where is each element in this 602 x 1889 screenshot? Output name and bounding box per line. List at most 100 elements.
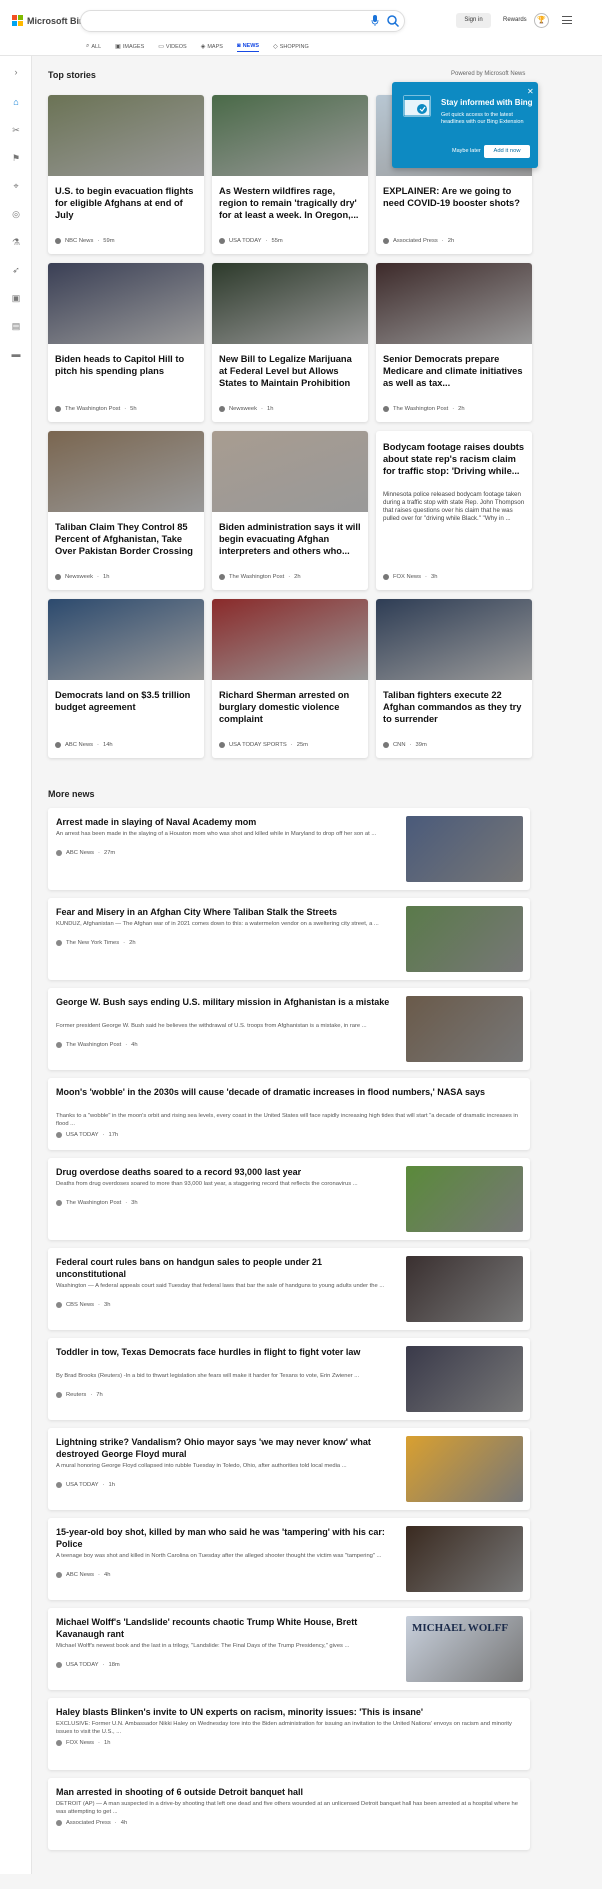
- globe-icon[interactable]: ◎: [10, 208, 22, 220]
- expand-chevron-icon[interactable]: ›: [10, 66, 22, 78]
- news-title[interactable]: Haley blasts Blinken's invite to UN expe…: [56, 1707, 521, 1719]
- news-thumbnail[interactable]: [406, 996, 523, 1062]
- news-item[interactable]: Moon's 'wobble' in the 2030s will cause …: [48, 1078, 530, 1150]
- trophy-icon[interactable]: 🏆: [534, 13, 549, 28]
- news-title[interactable]: Fear and Misery in an Afghan City Where …: [56, 907, 391, 919]
- entertainment-icon[interactable]: ▣: [10, 292, 22, 304]
- close-icon[interactable]: ✕: [527, 87, 534, 96]
- news-item[interactable]: Fear and Misery in an Afghan City Where …: [48, 898, 530, 980]
- story-card[interactable]: Taliban fighters execute 22 Afghan comma…: [376, 599, 532, 758]
- news-item[interactable]: Man arrested in shooting of 6 outside De…: [48, 1778, 530, 1850]
- science-icon[interactable]: ⚗: [10, 236, 22, 248]
- flag-icon[interactable]: ⚑: [10, 152, 22, 164]
- story-card[interactable]: Biden administration says it will begin …: [212, 431, 368, 590]
- story-image[interactable]: [212, 431, 368, 512]
- search-icon[interactable]: [386, 14, 400, 28]
- story-card[interactable]: New Bill to Legalize Marijuana at Federa…: [212, 263, 368, 422]
- story-image[interactable]: [48, 95, 204, 176]
- news-thumbnail[interactable]: [406, 1346, 523, 1412]
- story-title[interactable]: As Western wildfires rage, region to rem…: [219, 185, 362, 221]
- story-image[interactable]: [376, 599, 532, 680]
- image-icon: ▣: [115, 44, 121, 50]
- news-item[interactable]: 15-year-old boy shot, killed by man who …: [48, 1518, 530, 1600]
- tab-news[interactable]: ◙ NEWS: [236, 41, 260, 52]
- tab-all[interactable]: ⌕ ALL: [86, 41, 101, 52]
- building-icon[interactable]: ▤: [10, 320, 22, 332]
- news-item[interactable]: Drug overdose deaths soared to a record …: [48, 1158, 530, 1240]
- news-title[interactable]: Michael Wolff's 'Landslide' recounts cha…: [56, 1617, 391, 1640]
- story-card[interactable]: Taliban Claim They Control 85 Percent of…: [48, 431, 204, 590]
- news-thumbnail[interactable]: [406, 816, 523, 882]
- story-image[interactable]: [48, 431, 204, 512]
- news-item[interactable]: Lightning strike? Vandalism? Ohio mayor …: [48, 1428, 530, 1510]
- home-icon[interactable]: ⌂: [10, 96, 22, 108]
- story-image[interactable]: [212, 263, 368, 344]
- rewards-label[interactable]: Rewards: [503, 13, 527, 28]
- news-thumbnail[interactable]: [406, 1256, 523, 1322]
- sign-in-button[interactable]: Sign in: [456, 13, 491, 28]
- add-it-now-button[interactable]: Add it now: [484, 145, 530, 158]
- header: Microsoft Bing Sign in Rewards 🏆 ⌕ ALL ▣ I…: [0, 0, 602, 56]
- news-item[interactable]: Haley blasts Blinken's invite to UN expe…: [48, 1698, 530, 1770]
- news-thumbnail[interactable]: MICHAEL WOLFF: [406, 1616, 523, 1682]
- maybe-later-button[interactable]: Maybe later: [452, 148, 481, 154]
- story-card[interactable]: Democrats land on $3.5 trillion budget a…: [48, 599, 204, 758]
- news-title[interactable]: Toddler in tow, Texas Democrats face hur…: [56, 1347, 391, 1359]
- story-image[interactable]: [376, 263, 532, 344]
- news-title[interactable]: Drug overdose deaths soared to a record …: [56, 1167, 391, 1179]
- tab-images[interactable]: ▣ IMAGES: [115, 41, 144, 52]
- story-title[interactable]: Taliban fighters execute 22 Afghan comma…: [383, 689, 526, 725]
- news-title[interactable]: Arrest made in slaying of Naval Academy …: [56, 817, 391, 829]
- news-item[interactable]: Federal court rules bans on handgun sale…: [48, 1248, 530, 1330]
- story-image[interactable]: [212, 599, 368, 680]
- story-title[interactable]: Bodycam footage raises doubts about stat…: [383, 441, 526, 477]
- news-title[interactable]: Moon's 'wobble' in the 2030s will cause …: [56, 1087, 521, 1099]
- story-card[interactable]: U.S. to begin evacuation flights for eli…: [48, 95, 204, 254]
- money-icon[interactable]: ▬: [10, 348, 22, 360]
- tools-icon[interactable]: ✂: [10, 124, 22, 136]
- news-title[interactable]: Federal court rules bans on handgun sale…: [56, 1257, 391, 1280]
- story-card[interactable]: Senior Democrats prepare Medicare and cl…: [376, 263, 532, 422]
- story-image[interactable]: [212, 95, 368, 176]
- news-thumbnail[interactable]: [406, 1526, 523, 1592]
- story-title[interactable]: Democrats land on $3.5 trillion budget a…: [55, 689, 198, 713]
- story-title[interactable]: EXPLAINER: Are we going to need COVID-19…: [383, 185, 526, 209]
- news-thumbnail[interactable]: [406, 906, 523, 972]
- news-title[interactable]: George W. Bush says ending U.S. military…: [56, 997, 391, 1009]
- hamburger-menu-icon[interactable]: [562, 16, 572, 24]
- story-image[interactable]: [48, 599, 204, 680]
- tab-shopping[interactable]: ◇ SHOPPING: [273, 41, 309, 52]
- news-thumbnail[interactable]: [406, 1436, 523, 1502]
- story-card[interactable]: As Western wildfires rage, region to rem…: [212, 95, 368, 254]
- news-item[interactable]: Toddler in tow, Texas Democrats face hur…: [48, 1338, 530, 1420]
- story-title[interactable]: Richard Sherman arrested on burglary dom…: [219, 689, 362, 725]
- tab-maps[interactable]: ◈ MAPS: [201, 41, 223, 52]
- news-item[interactable]: Michael Wolff's 'Landslide' recounts cha…: [48, 1608, 530, 1690]
- news-item[interactable]: George W. Bush says ending U.S. military…: [48, 988, 530, 1070]
- news-title[interactable]: Man arrested in shooting of 6 outside De…: [56, 1787, 521, 1799]
- story-source: CNN · 39m: [383, 742, 427, 748]
- location-icon[interactable]: ⌖: [10, 180, 22, 192]
- news-title[interactable]: 15-year-old boy shot, killed by man who …: [56, 1527, 391, 1550]
- story-title[interactable]: New Bill to Legalize Marijuana at Federa…: [219, 353, 362, 389]
- news-thumbnail[interactable]: [406, 1166, 523, 1232]
- news-item[interactable]: Arrest made in slaying of Naval Academy …: [48, 808, 530, 890]
- microphone-icon[interactable]: [369, 15, 381, 29]
- story-title[interactable]: Taliban Claim They Control 85 Percent of…: [55, 521, 198, 557]
- publisher-logo-icon: [219, 238, 225, 244]
- story-card[interactable]: Biden heads to Capitol Hill to pitch his…: [48, 263, 204, 422]
- story-card[interactable]: Richard Sherman arrested on burglary dom…: [212, 599, 368, 758]
- search-box[interactable]: [80, 10, 405, 32]
- story-image[interactable]: [48, 263, 204, 344]
- bing-logo[interactable]: Microsoft Bing: [12, 15, 90, 26]
- story-title[interactable]: Biden administration says it will begin …: [219, 521, 362, 557]
- story-card[interactable]: Bodycam footage raises doubts about stat…: [376, 431, 532, 590]
- story-source: ABC News · 14h: [55, 742, 113, 748]
- tab-videos[interactable]: ▭ VIDEOS: [158, 41, 186, 52]
- story-title[interactable]: Biden heads to Capitol Hill to pitch his…: [55, 353, 198, 377]
- story-title[interactable]: Senior Democrats prepare Medicare and cl…: [383, 353, 526, 389]
- rocket-icon[interactable]: ➶: [10, 264, 22, 276]
- search-input[interactable]: [91, 15, 351, 28]
- news-title[interactable]: Lightning strike? Vandalism? Ohio mayor …: [56, 1437, 391, 1460]
- story-title[interactable]: U.S. to begin evacuation flights for eli…: [55, 185, 198, 221]
